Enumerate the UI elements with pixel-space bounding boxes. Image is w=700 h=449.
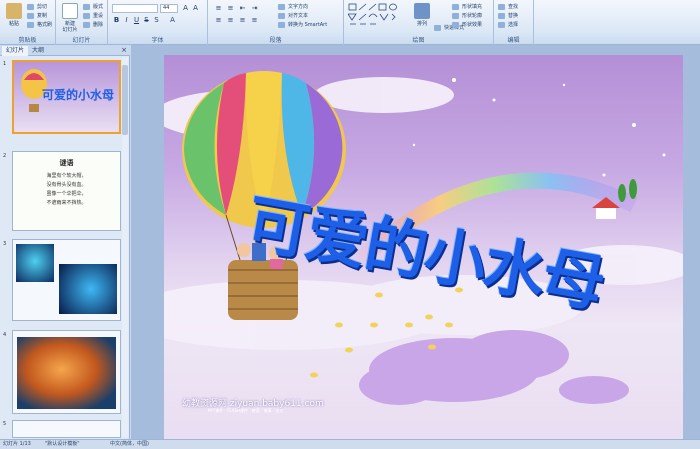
increase-indent-button[interactable]: ⇥ [250, 4, 259, 13]
delete-button[interactable]: 删除 [83, 21, 103, 29]
shape-outline-button[interactable]: 形状轮廓 [452, 12, 482, 20]
editing-label: 编辑 [507, 37, 520, 44]
format-painter-button[interactable]: 格式刷 [27, 21, 52, 29]
text-direction-button[interactable]: 文字方向 [278, 3, 308, 11]
language-indicator: 中文(简体，中国) [110, 441, 149, 447]
riddle-lines: 海里有个软大帽， 没有骨头没有血。 虽像一个伞把伞， 不遮雨来不挡热。 [46, 173, 87, 206]
drawing-group: 排列 快速样式 形状填充 形状轮廓 形状效果 绘图 [344, 0, 494, 45]
numbering-button[interactable]: ≡ [226, 4, 235, 13]
align-left-button[interactable]: ≡ [214, 16, 223, 25]
slide-thumbnail-3[interactable] [12, 239, 121, 321]
font-color-button[interactable]: A [168, 16, 177, 25]
decrease-indent-button[interactable]: ⇤ [238, 4, 247, 13]
font-name-box[interactable] [112, 4, 158, 13]
font-size-box[interactable]: 44 [160, 4, 178, 13]
select-button[interactable]: 选择 [498, 21, 518, 29]
status-bar: 幻灯片 1/13 "默认设计模板" 中文(简体，中国) [0, 439, 700, 449]
shadow-button[interactable]: S [152, 16, 161, 25]
watermark-subtext: PPT课件 · FLASH课件 · 教案 · 故事 · 论文 [208, 408, 284, 413]
slide-thumbnail-1[interactable]: 可爱的小水母 [12, 60, 121, 134]
thumb-title: 可爱的小水母 [42, 88, 115, 102]
paste-button[interactable]: 粘贴 [2, 3, 26, 33]
purple-cloud [359, 330, 629, 405]
slide-number: 4 [3, 332, 7, 338]
paragraph-label: 段落 [269, 37, 282, 44]
replace-button[interactable]: 替换 [498, 12, 518, 20]
slide-number: 5 [3, 421, 7, 427]
jellyfish-photo-2 [59, 264, 117, 314]
arrange-button[interactable]: 排列 [410, 3, 434, 33]
align-right-button[interactable]: ≡ [238, 16, 247, 25]
slide-editing-area: 可爱的小水母 幼教资源网 ziyuan.baby611.com PPT课件 · … [131, 45, 700, 439]
copy-button[interactable]: 复制 [27, 12, 47, 20]
strike-button[interactable]: S [142, 16, 151, 25]
slide-number: 1 [3, 61, 7, 67]
ribbon: 粘贴 剪切 复制 格式刷 剪贴板 新建 幻灯片 版式 重设 删除 幻灯片 44 … [0, 0, 700, 45]
tab-slides[interactable]: 幻灯片 [2, 46, 29, 56]
tab-outline[interactable]: 大纲 [28, 46, 48, 56]
arrange-icon [414, 3, 430, 19]
font-group: 44 A A B I U S S A 字体 [108, 0, 208, 45]
slides-label: 幻灯片 [72, 37, 91, 44]
justify-button[interactable]: ≡ [250, 16, 259, 25]
slide-thumbnail-4[interactable] [12, 330, 121, 414]
jellyfish-photo-1 [16, 244, 54, 282]
scrollbar-thumb[interactable] [122, 65, 128, 135]
align-text-button[interactable]: 对齐文本 [278, 12, 308, 20]
new-slide-icon [62, 3, 78, 19]
cut-button[interactable]: 剪切 [27, 3, 47, 11]
editing-group: 查找 替换 选择 编辑 [494, 0, 534, 45]
font-label: 字体 [151, 37, 164, 44]
reset-button[interactable]: 重设 [83, 12, 103, 20]
italic-button[interactable]: I [122, 16, 131, 25]
grow-font-button[interactable]: A [181, 4, 190, 13]
underline-button[interactable]: U [132, 16, 141, 25]
shape-effects-button[interactable]: 形状效果 [452, 21, 482, 29]
find-button[interactable]: 查找 [498, 3, 518, 11]
drawing-label: 绘图 [412, 37, 425, 44]
new-slide-button[interactable]: 新建 幻灯片 [58, 3, 82, 33]
shrink-font-button[interactable]: A [191, 4, 200, 13]
shapes-gallery-icon[interactable] [348, 3, 406, 29]
slide-count: 幻灯片 1/13 [3, 441, 31, 447]
bold-button[interactable]: B [112, 16, 121, 25]
bullets-button[interactable]: ≡ [214, 4, 223, 13]
slide-number: 3 [3, 241, 7, 247]
align-center-button[interactable]: ≡ [226, 16, 235, 25]
slide-thumbnail-5[interactable] [12, 420, 121, 438]
smartart-button[interactable]: 转换为 SmartArt [278, 21, 327, 29]
slide-number: 2 [3, 153, 7, 159]
panel-tabs: 幻灯片 大纲 × [0, 45, 130, 56]
close-icon[interactable]: × [121, 46, 127, 54]
jellyfish-photo-3 [17, 337, 116, 409]
slides-panel: 幻灯片 大纲 × 1 可爱的小水母 2 谜语 海里有个软大帽， 没有骨头没有血。… [0, 45, 130, 439]
current-slide[interactable]: 可爱的小水母 幼教资源网 ziyuan.baby611.com PPT课件 · … [164, 55, 683, 439]
clipboard-label: 剪贴板 [18, 37, 37, 44]
shape-fill-button[interactable]: 形状填充 [452, 3, 482, 11]
paste-icon [6, 3, 22, 19]
paragraph-group: ≡ ≡ ⇤ ⇥ ≡ ≡ ≡ ≡ 文字方向 对齐文本 转换为 SmartArt 段… [208, 0, 344, 45]
slide-thumbnail-2[interactable]: 谜语 海里有个软大帽， 没有骨头没有血。 虽像一个伞把伞， 不遮雨来不挡热。 [12, 151, 121, 231]
slides-group: 新建 幻灯片 版式 重设 删除 幻灯片 [56, 0, 108, 45]
theme-name: "默认设计模板" [45, 441, 80, 447]
riddle-title: 谜语 [59, 159, 74, 167]
clipboard-group: 粘贴 剪切 复制 格式刷 剪贴板 [0, 0, 56, 45]
layout-button[interactable]: 版式 [83, 3, 103, 11]
